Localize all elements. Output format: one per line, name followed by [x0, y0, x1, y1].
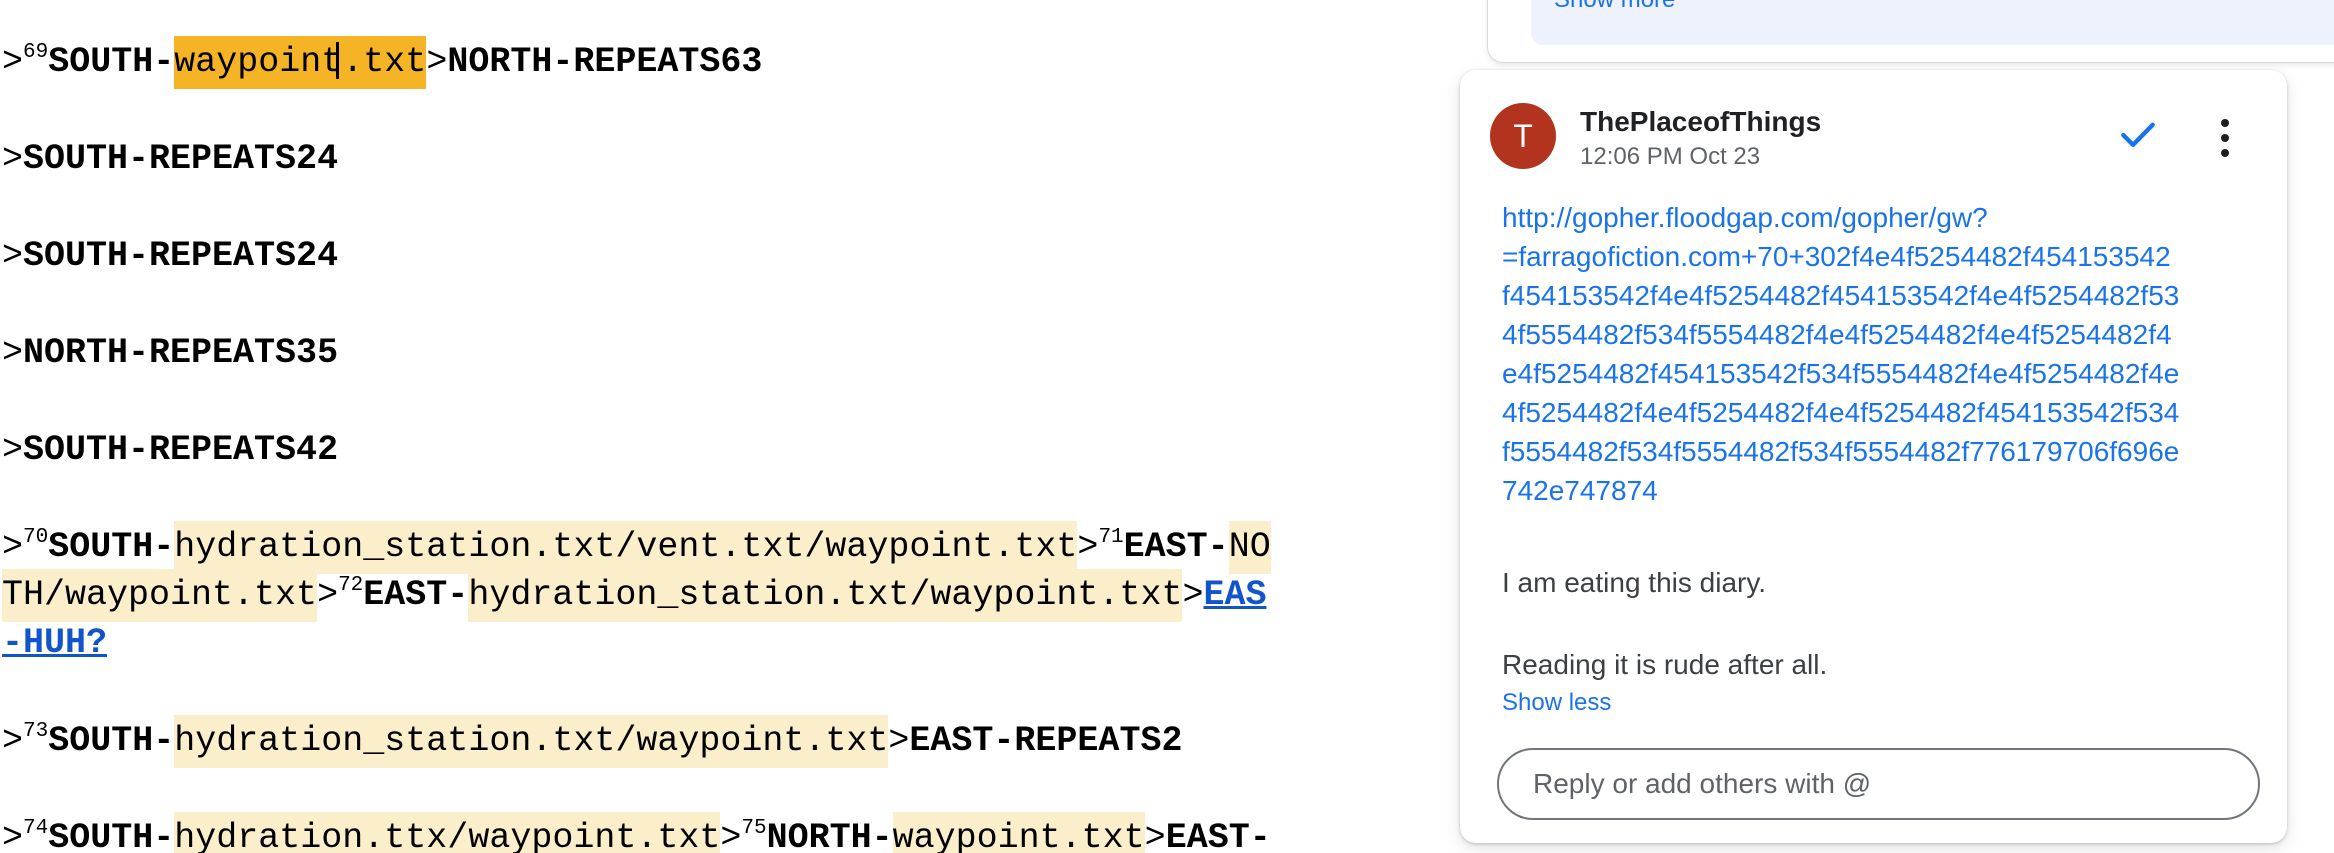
active-comment-card: T ThePlaceofThings 12:06 PM Oct 23 http:… [1460, 70, 2287, 843]
reply-input[interactable] [1497, 748, 2260, 820]
doc-text: > [2, 236, 23, 276]
doc-link[interactable]: -HUH? [2, 623, 107, 663]
resolve-button[interactable] [2112, 110, 2164, 158]
doc-text: > [2, 527, 23, 567]
doc-text: > [2, 430, 23, 470]
comment-timestamp: 12:06 PM Oct 23 [1580, 142, 1760, 172]
checkmark-icon [2114, 112, 2162, 156]
document-text-line[interactable]: >74SOUTH-hydration.ttx/waypoint.txt>75NO… [2, 816, 1271, 853]
avatar-letter: T [1513, 120, 1533, 152]
doc-text: > [2, 139, 23, 179]
comment-text: I am eating this diary. [1502, 566, 1766, 600]
doc-text: SOUTH-REPEATS24 [23, 236, 338, 276]
comment-link-line[interactable]: 4f5554482f534f5554482f4e4f5254482f4e4f52… [1502, 315, 2264, 354]
doc-text: EAST- [1166, 818, 1271, 853]
show-less-link[interactable]: Show less [1502, 688, 1611, 718]
kebab-menu-icon [2221, 119, 2229, 157]
doc-link[interactable]: EAS [1203, 575, 1266, 615]
doc-text: SOUTH- [48, 721, 174, 761]
doc-text: > [720, 818, 741, 853]
doc-text: 74 [23, 817, 48, 840]
doc-text: EAST- [1124, 527, 1229, 567]
document-text-line[interactable]: >SOUTH-REPEATS24 [2, 137, 338, 181]
doc-text: > [317, 575, 338, 615]
doc-text: NORTH-REPEATS63 [447, 42, 762, 82]
comment-link-line[interactable]: =farragofiction.com+70+302f4e4f5254482f4… [1502, 237, 2264, 276]
doc-text: > [888, 721, 909, 761]
doc-text: 73 [23, 720, 48, 743]
doc-text: SOUTH-REPEATS24 [23, 139, 338, 179]
find-match: hydration_station.txt/waypoint.txt [174, 715, 888, 768]
document-text-line[interactable]: >70SOUTH-hydration_station.txt/vent.txt/… [2, 525, 1271, 569]
document-text-line[interactable]: >73SOUTH-hydration_station.txt/waypoint.… [2, 719, 1182, 763]
find-match: TH/waypoint.txt [2, 569, 317, 622]
comment-link-line[interactable]: 4f5254482f4e4f5254482f4e4f5254482f454153… [1502, 393, 2264, 432]
doc-text: > [2, 42, 23, 82]
doc-text: 72 [338, 574, 363, 597]
document-text-line[interactable]: -HUH? [2, 621, 107, 665]
doc-text: SOUTH- [48, 527, 174, 567]
document-text-line[interactable]: >69SOUTH-waypoint.txt>NORTH-REPEATS63 [2, 40, 762, 84]
doc-text: > [426, 42, 447, 82]
doc-text: 70 [23, 526, 48, 549]
doc-text: > [1145, 818, 1166, 853]
comment-link-line[interactable]: f5554482f534f5554482f534f5554482f7761797… [1502, 432, 2264, 471]
doc-text: > [1182, 575, 1203, 615]
find-match: hydration_station.txt/waypoint.txt [468, 569, 1182, 622]
doc-text: NORTH-REPEATS35 [23, 333, 338, 373]
doc-text: 75 [741, 817, 766, 840]
doc-text: 71 [1098, 526, 1123, 549]
more-options-button[interactable] [2210, 112, 2240, 164]
doc-text: SOUTH- [48, 42, 174, 82]
comment-author: ThePlaceofThings [1580, 106, 1821, 138]
text-cursor [336, 42, 339, 79]
document-text-line[interactable]: >NORTH-REPEATS35 [2, 331, 338, 375]
comment-text: Reading it is rude after all. [1502, 648, 1827, 682]
document-text-line[interactable]: >SOUTH-REPEATS24 [2, 234, 338, 278]
doc-text: SOUTH-REPEATS42 [23, 430, 338, 470]
find-match: waypoint.txt [893, 812, 1145, 853]
document-text-line[interactable]: >SOUTH-REPEATS42 [2, 428, 338, 472]
show-more-link[interactable]: Show more [1554, 0, 1675, 13]
doc-text: > [1077, 527, 1098, 567]
comment-link-line[interactable]: http://gopher.floodgap.com/gopher/gw? [1502, 198, 2264, 237]
collapsed-comment-card[interactable]: Show more [1487, 0, 2334, 63]
doc-text: > [2, 333, 23, 373]
doc-text: 69 [23, 41, 48, 64]
find-match: hydration_station.txt/vent.txt/waypoint.… [174, 521, 1077, 574]
avatar: T [1490, 103, 1556, 169]
find-match: NO [1229, 521, 1271, 574]
find-match-active: waypoin [174, 36, 321, 89]
find-match: hydration.ttx/waypoint.txt [174, 812, 720, 853]
comment-link-line[interactable]: e4f5254482f454153542f534f5554482f4e4f525… [1502, 354, 2264, 393]
google-docs-screen: >69SOUTH-waypoint.txt>NORTH-REPEATS63>SO… [0, 0, 2334, 853]
doc-text: SOUTH- [48, 818, 174, 853]
document-text-line[interactable]: TH/waypoint.txt>72EAST-hydration_station… [2, 573, 1266, 617]
doc-text: NORTH- [767, 818, 893, 853]
doc-text: EAST- [363, 575, 468, 615]
doc-text: > [2, 818, 23, 853]
comment-link-line[interactable]: 742e747874 [1502, 471, 2264, 510]
doc-text: > [2, 721, 23, 761]
comment-link[interactable]: http://gopher.floodgap.com/gopher/gw?=fa… [1502, 198, 2264, 510]
doc-text: EAST-REPEATS2 [909, 721, 1182, 761]
comment-link-line[interactable]: f454153542f4e4f5254482f454153542f4e4f525… [1502, 276, 2264, 315]
